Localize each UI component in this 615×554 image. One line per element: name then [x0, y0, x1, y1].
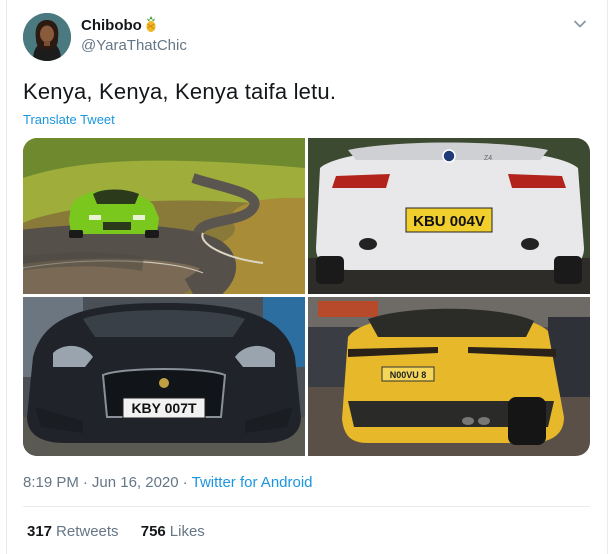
retweets-stat[interactable]: 317 Retweets	[27, 523, 119, 540]
tweet-text: Kenya, Kenya, Kenya taifa letu.	[23, 79, 337, 104]
frame-border-left	[6, 0, 7, 554]
media-grid: Z4 KBU 004V KBY 007T N00VU 8	[23, 138, 590, 456]
avatar[interactable]	[23, 13, 71, 61]
jaguar-plate-text: KBY 007T	[131, 400, 197, 416]
likes-label: Likes	[169, 523, 205, 540]
tweet-metadata: 8:19 PM · Jun 16, 2020 · Twitter for Android	[23, 474, 313, 491]
green-lamborghini-photo[interactable]	[23, 138, 305, 294]
likes-count: 756	[140, 523, 166, 540]
retweets-label: Retweets	[56, 523, 119, 540]
pineapple-icon	[144, 16, 158, 36]
white-bmw-photo[interactable]: Z4 KBU 004V	[308, 138, 590, 294]
engagement-stats: 317 Retweets 756 Likes	[27, 523, 223, 540]
bmw-plate-text: KBU 004V	[413, 213, 485, 230]
author-handle[interactable]: @YaraThatChic	[81, 37, 187, 54]
tweet-source-link[interactable]: Twitter for Android	[192, 474, 313, 491]
black-jaguar-photo[interactable]: KBY 007T	[23, 297, 305, 456]
tweet-date[interactable]: Jun 16, 2020	[92, 474, 179, 491]
yellow-lamborghini-urus-photo[interactable]: N00VU 8	[308, 297, 590, 456]
translate-tweet-link[interactable]: Translate Tweet	[23, 112, 115, 127]
tweet-time[interactable]: 8:19 PM	[23, 474, 79, 491]
chevron-down-icon[interactable]	[571, 15, 589, 33]
meta-separator: ·	[82, 474, 88, 491]
likes-stat[interactable]: 756 Likes	[141, 523, 205, 540]
frame-border-right	[607, 0, 608, 554]
meta-separator: ·	[182, 474, 188, 491]
retweets-count: 317	[27, 523, 53, 540]
divider	[23, 506, 590, 507]
author-display-name[interactable]: Chibobo	[81, 16, 158, 36]
svg-text:Z4: Z4	[484, 155, 492, 162]
urus-plate-text: N00VU 8	[390, 370, 427, 380]
